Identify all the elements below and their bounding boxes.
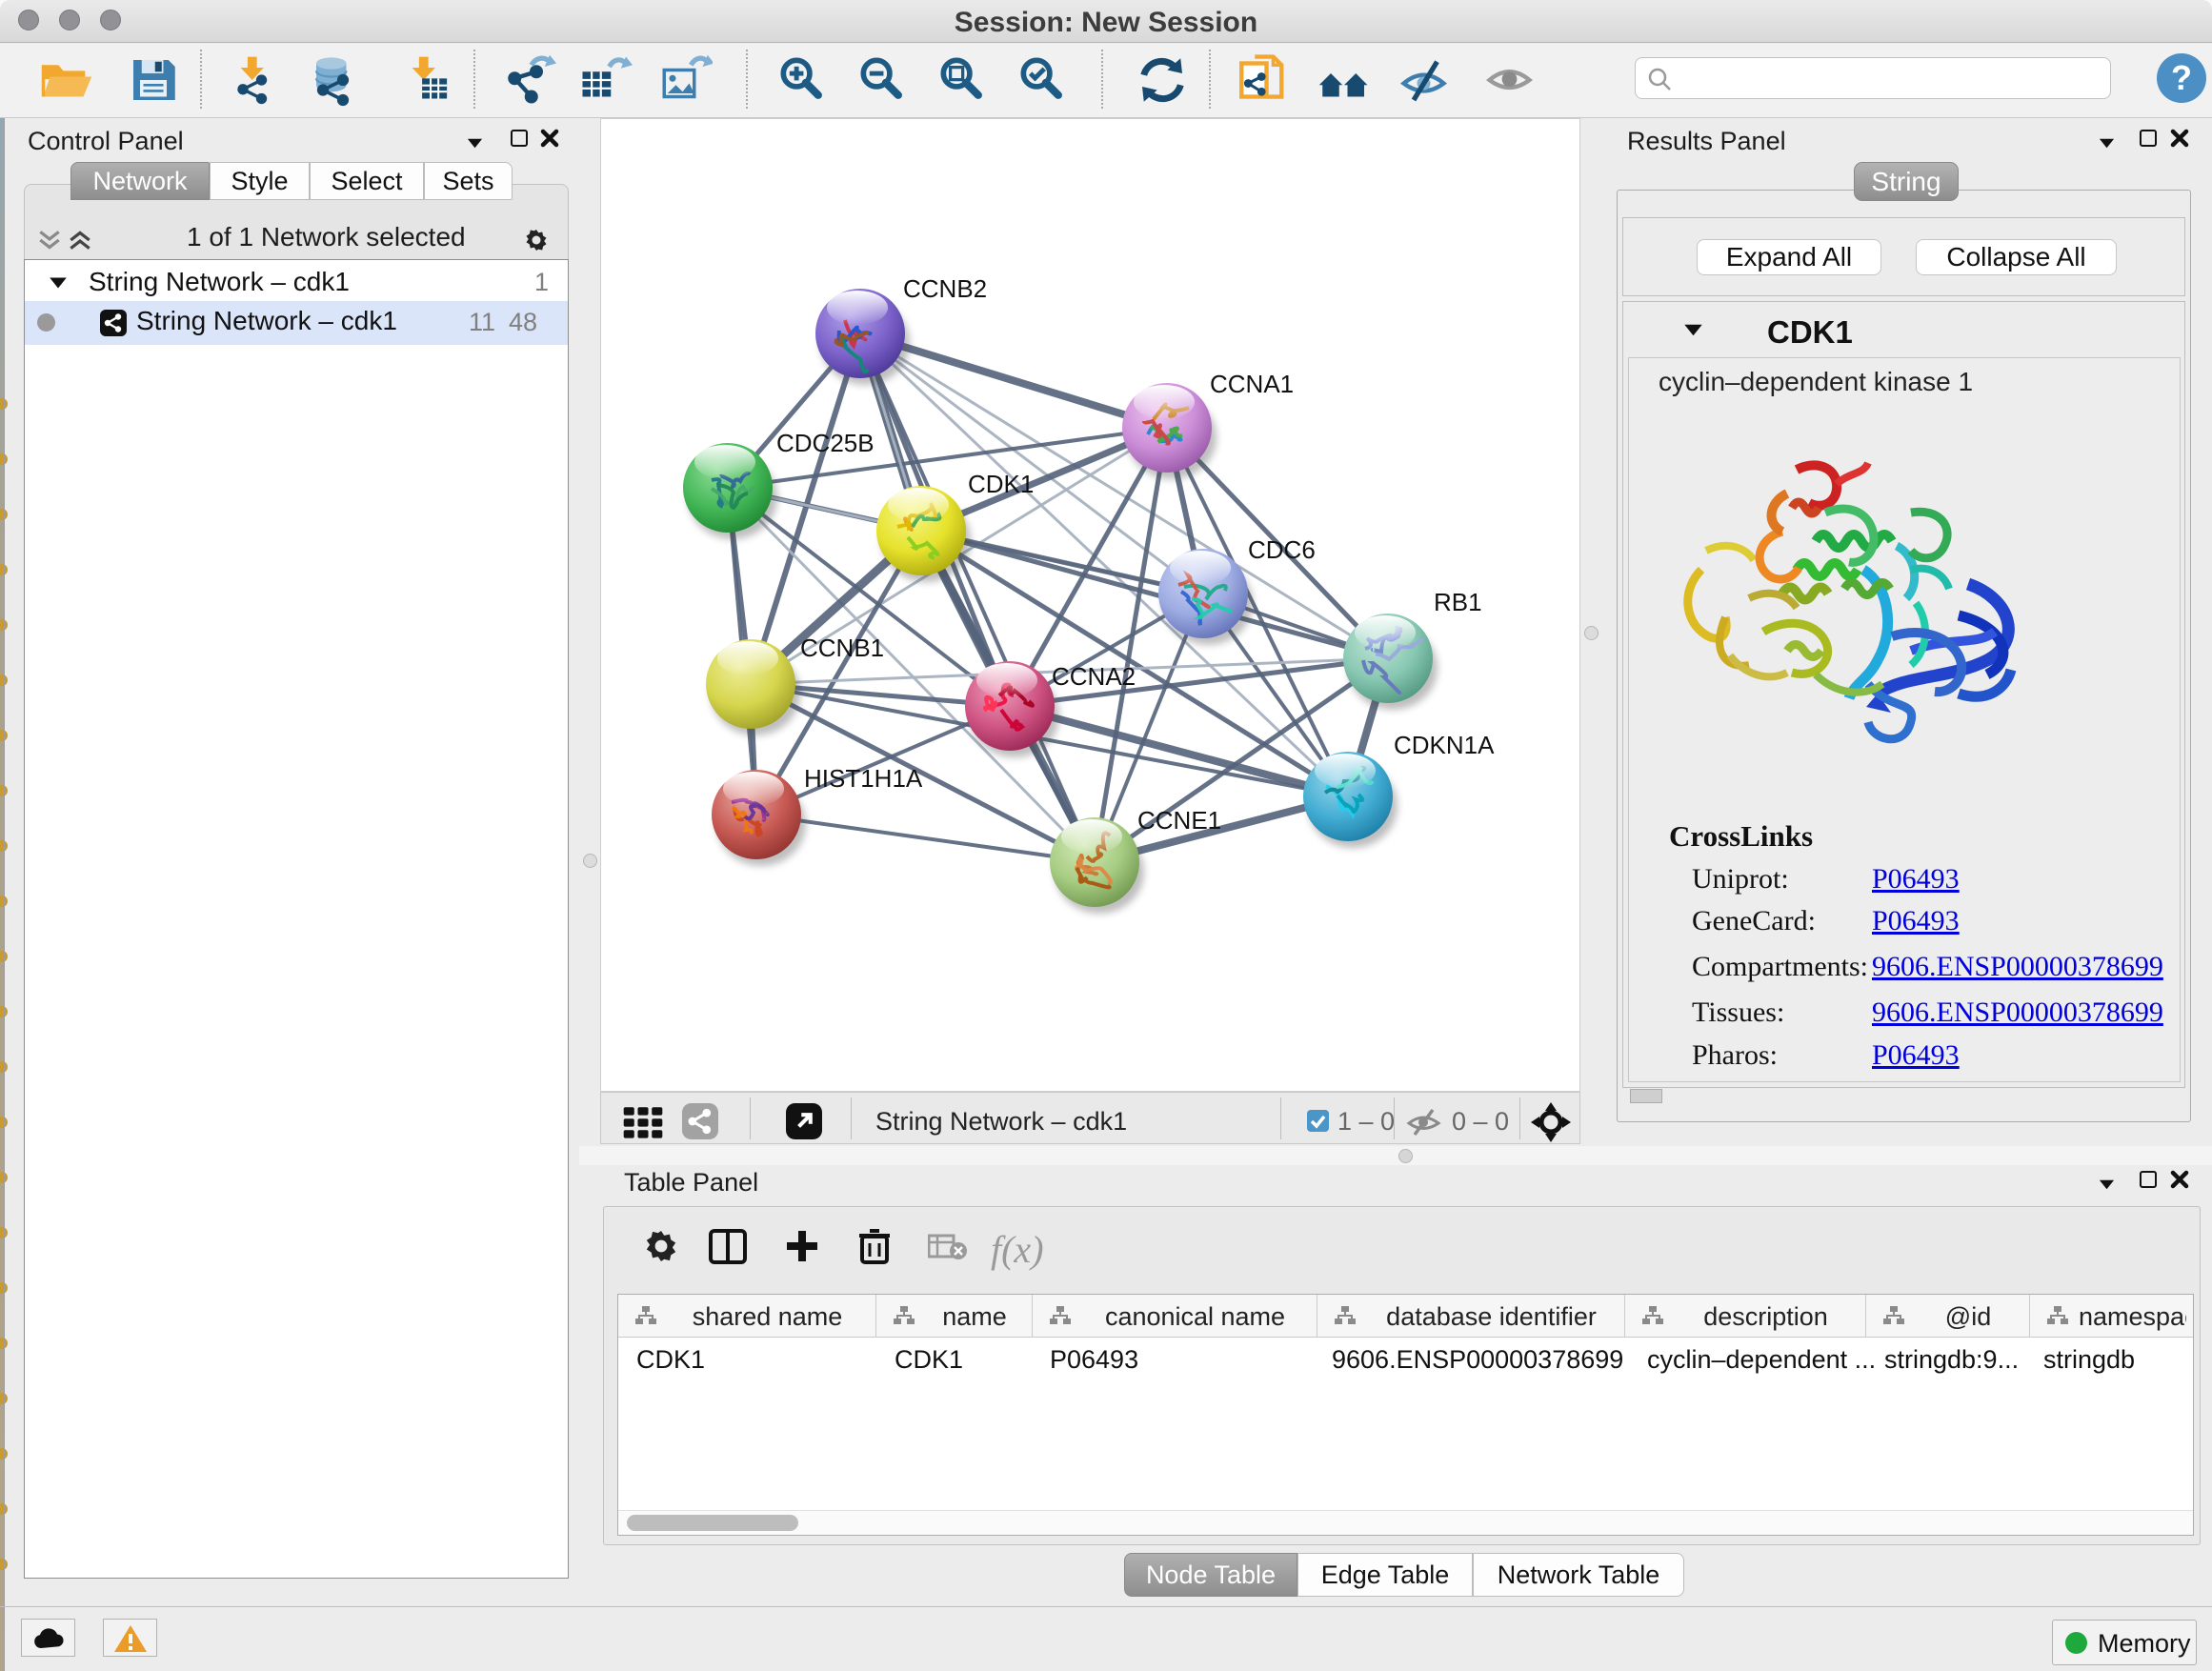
svg-text:CCNE1: CCNE1: [1137, 806, 1221, 835]
svg-text:CCNB1: CCNB1: [800, 634, 884, 662]
svg-text:CDC6: CDC6: [1248, 535, 1316, 564]
svg-text:CDKN1A: CDKN1A: [1394, 731, 1495, 759]
svg-text:HIST1H1A: HIST1H1A: [804, 764, 923, 793]
svg-text:CCNA1: CCNA1: [1210, 370, 1294, 398]
svg-text:CDK1: CDK1: [968, 470, 1034, 498]
svg-text:CDC25B: CDC25B: [776, 429, 875, 457]
svg-text:RB1: RB1: [1434, 588, 1482, 616]
svg-text:CCNA2: CCNA2: [1052, 662, 1136, 691]
svg-text:CCNB2: CCNB2: [903, 274, 987, 303]
